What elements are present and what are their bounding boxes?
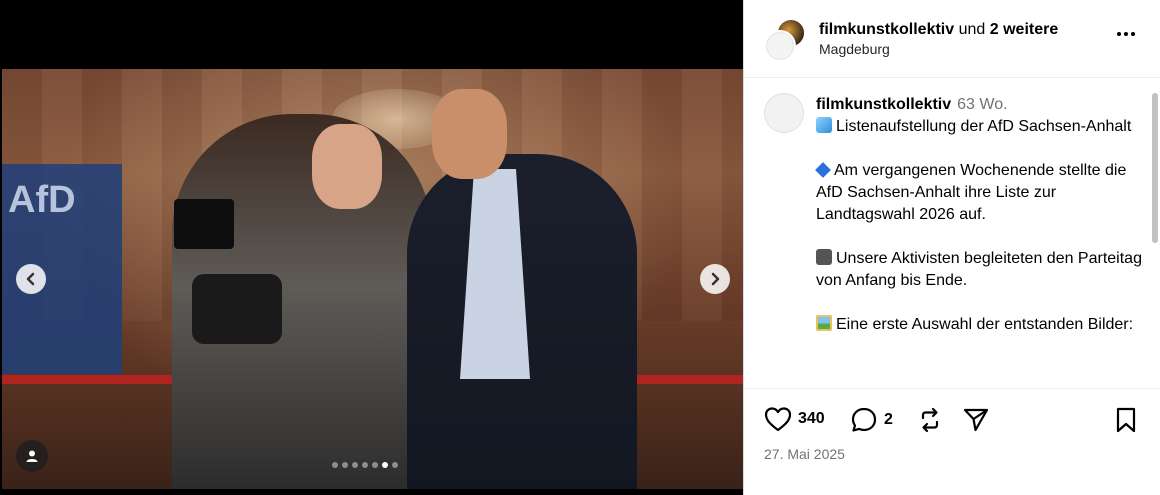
repost-icon <box>921 407 939 433</box>
post-actions: 340 2 <box>764 404 1144 444</box>
heart-icon <box>764 407 792 432</box>
carousel-dot <box>372 462 378 468</box>
photo-camera <box>192 274 282 344</box>
photo-face-right <box>432 89 507 179</box>
framed-picture-icon <box>816 315 832 331</box>
caption-text: Unsere Aktivisten begleiteten den Partei… <box>816 250 1142 289</box>
comment-button[interactable]: 2 <box>850 406 893 434</box>
avatar-stack[interactable] <box>764 18 808 62</box>
caption-paragraph: Eine erste Auswahl der entstanden Bilder… <box>816 314 1146 336</box>
caption-paragraph: Unsere Aktivisten begleiteten den Partei… <box>816 248 1146 292</box>
save-button[interactable] <box>1114 406 1138 434</box>
caption-text: Listenaufstellung der AfD Sachsen-Anhalt <box>836 118 1132 135</box>
send-icon <box>963 408 989 432</box>
carousel-dot <box>362 462 368 468</box>
comments-section[interactable]: filmkunstkollektiv 63 Wo. Listenaufstellu… <box>744 79 1160 389</box>
carousel-dot <box>332 462 338 468</box>
share-button[interactable] <box>962 406 990 434</box>
post-photo[interactable]: AfD <box>2 69 743 489</box>
previous-slide-button[interactable] <box>16 264 46 294</box>
other-authors-link[interactable]: 2 weitere <box>990 21 1058 38</box>
photo-banner-text: AfD <box>8 179 76 221</box>
like-count[interactable]: 340 <box>798 410 825 428</box>
chevron-left-icon <box>26 272 35 286</box>
caption-text: Am vergangenen Wochenende stellte die Af… <box>816 162 1127 223</box>
carousel-dot <box>342 462 348 468</box>
post-date[interactable]: 27. Mai 2025 <box>764 446 845 462</box>
caption-avatar[interactable] <box>764 93 804 133</box>
comment-count[interactable]: 2 <box>884 411 893 429</box>
bookmark-icon <box>1116 407 1136 433</box>
repost-button[interactable] <box>916 406 944 434</box>
post-header: filmkunstkollektiv und 2 weitere Magdebu… <box>744 0 1160 78</box>
comment-icon <box>851 407 877 432</box>
video-camera-icon <box>816 249 832 265</box>
author-username[interactable]: filmkunstkollektiv <box>819 21 954 38</box>
caption-text: Eine erste Auswahl der entstanden Bilder… <box>836 316 1134 333</box>
tagged-people-button[interactable] <box>16 440 48 472</box>
carousel-dot <box>352 462 358 468</box>
chevron-right-icon <box>711 272 720 286</box>
post-authors[interactable]: filmkunstkollektiv und 2 weitere <box>819 20 1058 40</box>
caption-paragraph: Am vergangenen Wochenende stellte die Af… <box>815 160 1146 226</box>
post-caption: filmkunstkollektiv 63 Wo. Listenaufstellu… <box>815 94 1146 336</box>
post-media: AfD <box>0 0 743 495</box>
carousel-indicator <box>332 462 398 468</box>
post-side-panel: filmkunstkollektiv und 2 weitere Magdebu… <box>743 0 1160 495</box>
caption-time[interactable]: 63 Wo. <box>957 96 1007 113</box>
author-connector: und <box>958 21 986 38</box>
like-button[interactable]: 340 <box>764 406 825 432</box>
author-avatar <box>764 30 796 62</box>
more-horizontal-icon <box>1117 32 1135 36</box>
carousel-dot <box>392 462 398 468</box>
caption-username[interactable]: filmkunstkollektiv <box>816 96 951 113</box>
person-icon <box>26 450 38 462</box>
more-options-button[interactable] <box>1114 22 1138 46</box>
carousel-dot <box>382 462 388 468</box>
blue-diamond-icon <box>815 162 831 178</box>
caption-paragraph: Listenaufstellung der AfD Sachsen-Anhalt <box>816 116 1146 138</box>
post-location[interactable]: Magdeburg <box>819 41 890 57</box>
package-icon <box>816 117 832 133</box>
photo-monitor <box>174 199 234 249</box>
next-slide-button[interactable] <box>700 264 730 294</box>
comments-scrollbar[interactable] <box>1152 93 1158 243</box>
photo-face-left <box>312 124 382 209</box>
